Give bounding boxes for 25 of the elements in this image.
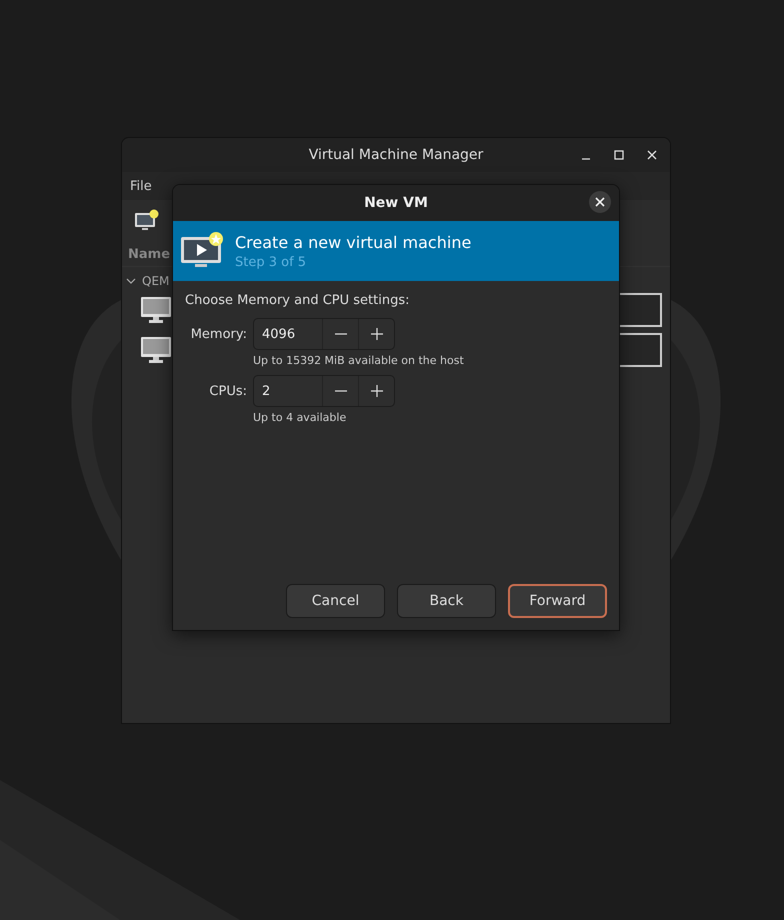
dialog-title: New VM — [364, 195, 428, 211]
column-header[interactable]: Name — [128, 246, 170, 262]
group-label[interactable]: QEM — [142, 274, 170, 288]
banner-heading: Create a new virtual machine — [235, 232, 472, 252]
chevron-icon[interactable] — [126, 277, 136, 285]
field-label: Memory: — [190, 326, 247, 342]
monitor-icon[interactable] — [140, 296, 172, 324]
close-icon — [595, 197, 605, 207]
spin-field[interactable]: 4096 — [253, 318, 395, 350]
new-vm-icon[interactable] — [134, 209, 160, 233]
dialog-button[interactable]: Back — [397, 584, 496, 618]
window-title: Virtual Machine Manager — [308, 147, 484, 163]
dialog-button[interactable]: Cancel — [286, 584, 385, 618]
prompt-text: Choose Memory and CPU settings: — [185, 293, 411, 308]
monitor-icon[interactable] — [140, 336, 172, 364]
maximize-icon[interactable] — [613, 149, 625, 161]
step-indicator: Step 3 of 5 — [235, 254, 308, 270]
field-label: CPUs: — [208, 384, 247, 398]
spin-field[interactable]: 2 — [253, 375, 395, 407]
hint-text: Up to 4 available — [253, 411, 348, 424]
hint-text: Up to 15392 MiB available on the host — [253, 354, 464, 367]
menu-item[interactable]: File — [130, 178, 152, 194]
dialog-button[interactable]: Forward — [508, 584, 607, 618]
close-button[interactable] — [589, 191, 611, 213]
close-icon[interactable] — [646, 149, 658, 161]
